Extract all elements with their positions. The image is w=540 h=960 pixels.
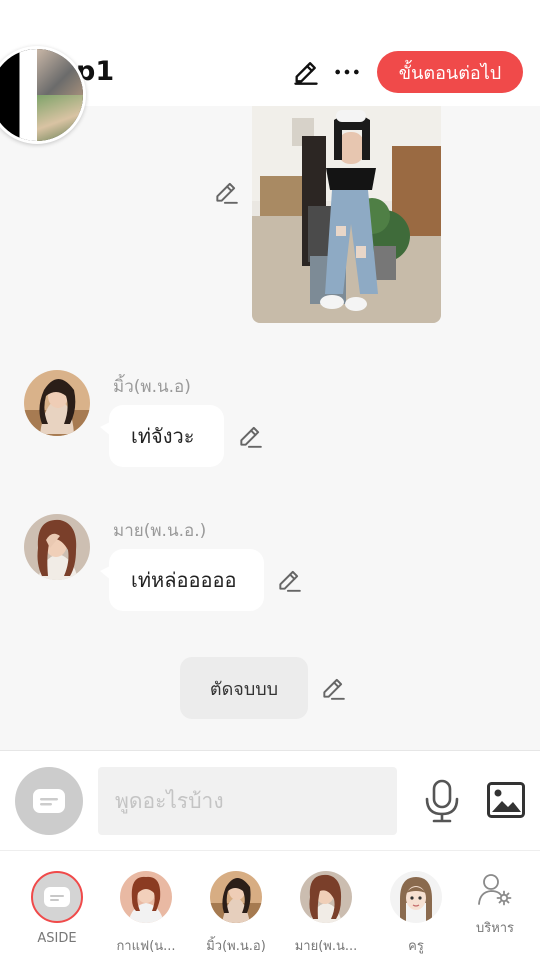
character-avatar (390, 871, 442, 923)
manage-characters[interactable]: บริหาร (450, 871, 540, 938)
character-bar: ASIDE กาแฟ(น... มิ้ว(พ.น.อ) มาย(พ.น... ค… (0, 850, 540, 960)
character-label: ครู (408, 939, 424, 954)
message-bubble[interactable]: เท่หล่อออออ (100, 549, 264, 611)
microphone-icon[interactable] (422, 779, 462, 823)
user-gear-icon (478, 874, 512, 906)
message-bubble[interactable]: เท่จังวะ (100, 405, 224, 467)
character-label: บริหาร (475, 921, 515, 936)
sender-name: มาย(พ.น.อ.) (113, 521, 207, 541)
next-step-button[interactable]: ขั้นตอนต่อไป (377, 51, 523, 93)
photo-message[interactable] (252, 106, 441, 323)
sender-avatar[interactable] (24, 514, 90, 580)
narration-message[interactable]: ตัดจบบบ (180, 657, 308, 719)
character-label: ASIDE (37, 931, 77, 946)
character-avatar (120, 871, 172, 923)
more-icon[interactable] (333, 58, 361, 86)
character-aside[interactable]: ASIDE (12, 871, 102, 946)
edit-story-icon[interactable] (292, 58, 320, 86)
sender-name: มิ้ว(พ.น.อ) (113, 377, 191, 397)
character-miw[interactable]: มิ้ว(พ.น.อ) (191, 871, 281, 956)
group-avatar-part (37, 49, 83, 95)
edit-message-icon[interactable] (276, 567, 302, 593)
aside-avatar (31, 871, 83, 923)
image-icon[interactable] (486, 781, 526, 819)
character-avatar (300, 871, 352, 923)
character-label: มาย(พ.น... (294, 939, 358, 954)
message-composer (0, 750, 540, 850)
character-teacher[interactable]: ครู (371, 871, 461, 956)
character-avatar (210, 871, 262, 923)
chat-bubble-icon (44, 887, 70, 907)
aside-toggle-button[interactable] (15, 767, 83, 835)
group-avatar[interactable] (0, 46, 86, 144)
character-label: มิ้ว(พ.น.อ) (206, 939, 266, 954)
message-input[interactable] (98, 767, 397, 835)
character-mai[interactable]: มาย(พ.น... (281, 871, 371, 956)
edit-message-icon[interactable] (213, 179, 239, 205)
character-kafae[interactable]: กาแฟ(น... (101, 871, 191, 956)
group-avatar-part (0, 49, 37, 141)
chat-bubble-icon (33, 789, 65, 813)
group-avatar-part (37, 95, 83, 141)
sender-avatar[interactable] (24, 370, 90, 436)
edit-message-icon[interactable] (237, 423, 263, 449)
character-label: กาแฟ(น... (116, 939, 176, 954)
edit-message-icon[interactable] (320, 675, 346, 701)
